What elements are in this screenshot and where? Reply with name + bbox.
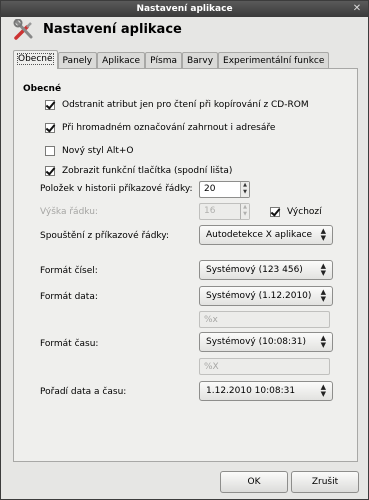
time-format-value: Systémový (10:08:31) — [206, 337, 307, 347]
time-format-label: Formát času: — [40, 339, 99, 349]
updown-icon: ▲ ▼ — [320, 383, 326, 398]
stepper-arrows-icon[interactable]: ▲ ▼ — [240, 182, 249, 197]
cmd-select[interactable]: Autodetekce X aplikace ▲ ▼ — [199, 225, 333, 245]
number-format-select[interactable]: Systémový (123 456) ▲ ▼ — [199, 260, 333, 280]
date-format-value: Systémový (1.12.2010) — [206, 291, 312, 301]
tab-bar: Obecné Panely Aplikace Písma Barvy Exper… — [13, 50, 330, 69]
updown-icon: ▲ ▼ — [320, 227, 326, 242]
time-custom-field[interactable]: %X — [199, 358, 330, 375]
history-label: Položek v historii příkazové řádky: — [40, 184, 193, 194]
checkbox-remove-readonly[interactable]: Odstranit atribut jen pro čtení při kopí… — [45, 99, 309, 111]
checkbox-label: Zobrazit funkční tlačítka (spodní lišta) — [62, 166, 233, 176]
title-bar[interactable]: Nastavení aplikace ✕ — [1, 1, 368, 17]
time-format-select[interactable]: Systémový (10:08:31) ▲ ▼ — [199, 332, 333, 352]
history-stepper[interactable]: 20 ▲ ▼ — [199, 181, 250, 198]
date-custom-value: %x — [204, 315, 218, 325]
row-height-stepper[interactable]: 16 ▲ ▼ — [199, 203, 250, 220]
checkbox-label: Výchozí — [287, 207, 322, 217]
checkbox-box[interactable] — [45, 146, 55, 156]
checkbox-label: Při hromadném označování zahrnout i adre… — [62, 123, 276, 133]
order-select[interactable]: 1.12.2010 10:08:31 ▲ ▼ — [199, 381, 333, 401]
tools-icon — [13, 19, 33, 40]
order-value: 1.12.2010 10:08:31 — [206, 386, 296, 396]
stepper-arrows-icon[interactable]: ▲ ▼ — [240, 204, 249, 219]
checkbox-box[interactable] — [45, 100, 55, 110]
row-height-value: 16 — [204, 206, 216, 216]
tab-experimental[interactable]: Experimentální funkce — [218, 52, 330, 69]
cmd-value: Autodetekce X aplikace — [206, 230, 313, 240]
checkbox-box[interactable] — [45, 123, 55, 133]
cancel-button[interactable]: Zrušit — [291, 471, 359, 493]
tab-panels[interactable]: Panely — [57, 52, 98, 69]
tab-general[interactable]: Obecné — [13, 50, 58, 69]
checkbox-function-buttons[interactable]: Zobrazit funkční tlačítka (spodní lišta) — [45, 165, 232, 177]
checkbox-default[interactable]: Výchozí — [270, 206, 322, 218]
tab-colors[interactable]: Barvy — [181, 52, 219, 69]
checkbox-label: Odstranit atribut jen pro čtení při kopí… — [62, 100, 309, 110]
checkbox-box[interactable] — [45, 166, 55, 176]
ok-button[interactable]: OK — [220, 471, 288, 493]
number-format-label: Formát čísel: — [40, 266, 98, 276]
cmd-label: Spouštění z příkazové řádky: — [40, 231, 170, 241]
checkbox-new-alt-o[interactable]: Nový styl Alt+O — [45, 145, 133, 157]
updown-icon: ▲ ▼ — [320, 288, 326, 303]
history-value: 20 — [204, 184, 216, 194]
number-format-value: Systémový (123 456) — [206, 265, 303, 275]
window-title: Nastavení aplikace — [136, 4, 233, 14]
section-title: Obecné — [23, 84, 62, 94]
checkbox-label: Nový styl Alt+O — [62, 146, 134, 156]
close-icon[interactable]: ✕ — [351, 1, 363, 17]
page-title: Nastavení aplikace — [43, 22, 182, 37]
date-format-label: Formát data: — [40, 292, 98, 302]
row-height-label: Výška řádku: — [40, 207, 98, 217]
tab-fonts[interactable]: Písma — [145, 52, 182, 69]
tab-applications[interactable]: Aplikace — [97, 52, 146, 69]
updown-icon: ▲ ▼ — [320, 262, 326, 277]
date-custom-field[interactable]: %x — [199, 311, 330, 328]
date-format-select[interactable]: Systémový (1.12.2010) ▲ ▼ — [199, 286, 333, 306]
checkbox-include-dirs[interactable]: Při hromadném označování zahrnout i adre… — [45, 122, 275, 134]
checkbox-box[interactable] — [270, 207, 280, 217]
order-label: Pořadí data a času: — [40, 387, 127, 397]
time-custom-value: %X — [204, 362, 219, 372]
settings-window: Nastavení aplikace ✕ Nastavení aplikace … — [0, 0, 369, 500]
updown-icon: ▲ ▼ — [320, 334, 326, 349]
